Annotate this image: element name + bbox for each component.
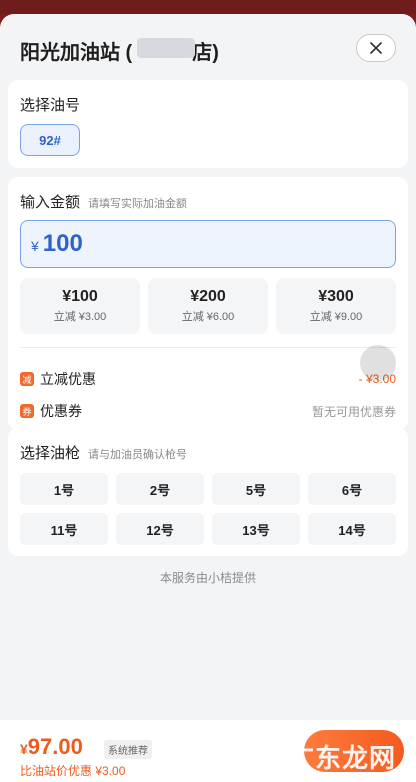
nozzle-subtitle: 请与加油员确认枪号 [88, 449, 188, 461]
instant-discount-row: 减 立减优惠 - ¥3.00 [20, 368, 396, 390]
watermark-logo: 广东龙网 [287, 743, 396, 773]
currency-symbol: ¥ [31, 238, 39, 254]
final-price: ¥97.00 [20, 734, 83, 760]
preset-amount-200[interactable]: ¥200 立减 ¥6.00 [148, 278, 268, 334]
sheet-header: 阳光加油站 ( 店) [0, 14, 416, 80]
instant-discount-label: 立减优惠 [40, 371, 96, 387]
coupon-badge-icon: 券 [20, 404, 34, 418]
preset-amount-100[interactable]: ¥100 立减 ¥3.00 [20, 278, 140, 334]
nozzle-option[interactable]: 1号 [20, 473, 108, 505]
price-currency: ¥ [20, 741, 28, 757]
touch-indicator [360, 345, 396, 381]
coupon-row[interactable]: 券 优惠券 暂无可用优惠券 [20, 400, 396, 422]
nozzle-option[interactable]: 11号 [20, 513, 108, 545]
preset-amount-300[interactable]: ¥300 立减 ¥9.00 [276, 278, 396, 334]
fuel-type-title: 选择油号 [20, 97, 81, 114]
nozzle-option[interactable]: 6号 [308, 473, 396, 505]
amount-title: 输入金额 [20, 194, 81, 211]
close-button[interactable] [356, 34, 396, 62]
footer-bar: ¥97.00 系统推荐 比油站价优惠 ¥3.00 广东龙网 [0, 720, 416, 782]
nozzle-option[interactable]: 5号 [212, 473, 300, 505]
nozzle-title: 选择油枪 [20, 445, 81, 462]
fuel-option-92[interactable]: 92# [20, 124, 80, 156]
preset-amount: ¥300 [318, 288, 354, 305]
divider [20, 347, 396, 348]
coupon-label: 优惠券 [40, 403, 82, 419]
station-title-end: 店) [192, 42, 219, 64]
background-header [0, 0, 416, 14]
nozzle-option[interactable]: 14号 [308, 513, 396, 545]
provider-text: 本服务由小桔提供 [159, 571, 256, 585]
preset-discount: 立减 ¥6.00 [181, 311, 235, 323]
nozzle-option[interactable]: 2号 [116, 473, 204, 505]
price-compare: 比油站价优惠 ¥3.00 [20, 764, 126, 778]
price-value: 97.00 [27, 734, 83, 759]
coupon-status: 暂无可用优惠券 [311, 404, 396, 419]
close-icon [370, 42, 382, 54]
amount-subtitle: 请填写实际加油金额 [88, 198, 188, 210]
nozzle-option[interactable]: 13号 [212, 513, 300, 545]
refuel-sheet: 阳光加油站 ( 店) 选择油号 92# 输入金额 请填写实际加油金额 ¥ 100 ¥… [0, 14, 416, 782]
station-title-start: 阳光加油站 ( [20, 42, 133, 64]
amount-value: 100 [42, 230, 83, 257]
nozzle-title-row: 选择油枪 请与加油员确认枪号 [20, 442, 187, 463]
preset-discount: 立减 ¥9.00 [309, 311, 363, 323]
fuel-type-card: 选择油号 92# [8, 80, 408, 168]
preset-amount: ¥100 [62, 288, 98, 305]
preset-amount: ¥200 [190, 288, 226, 305]
preset-discount: 立减 ¥3.00 [53, 311, 107, 323]
nozzle-card: 选择油枪 请与加油员确认枪号 1号 2号 5号 6号 11号 12号 13号 14… [8, 428, 408, 556]
redacted-station-name [137, 38, 195, 58]
amount-title-row: 输入金额 请填写实际加油金额 [20, 191, 187, 212]
nozzle-option[interactable]: 12号 [116, 513, 204, 545]
recommend-tag: 系统推荐 [104, 740, 152, 759]
amount-input[interactable]: ¥ 100 [20, 220, 396, 268]
amount-card: 输入金额 请填写实际加油金额 ¥ 100 ¥100 立减 ¥3.00 ¥200 立… [8, 177, 408, 430]
discount-badge-icon: 减 [20, 372, 34, 386]
